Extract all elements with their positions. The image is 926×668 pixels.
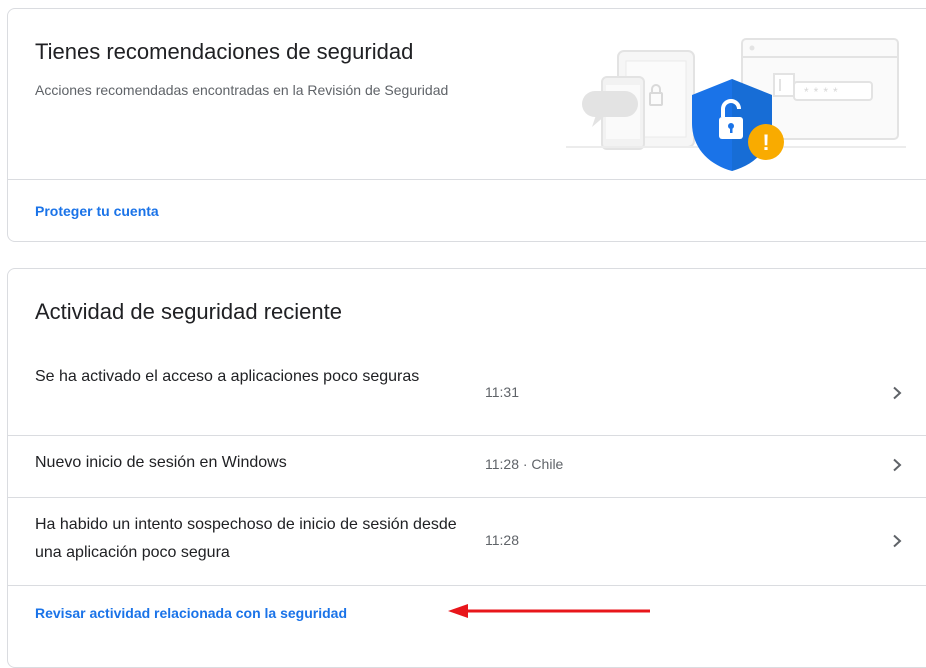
protect-account-link[interactable]: Proteger tu cuenta [35, 203, 159, 219]
activity-row[interactable]: Ha habido un intento sospechoso de inici… [8, 497, 926, 585]
activity-description: Ha habido un intento sospechoso de inici… [35, 516, 457, 561]
activity-title: Actividad de seguridad reciente [35, 299, 342, 324]
chevron-right-icon[interactable] [890, 534, 904, 548]
activity-row[interactable]: Se ha activado el acceso a aplicaciones … [8, 353, 926, 435]
card-divider [8, 585, 926, 586]
activity-time: 11:28 [485, 532, 519, 548]
red-arrow-annotation [448, 604, 650, 618]
activity-description: Se ha activado el acceso a aplicaciones … [35, 368, 420, 385]
activity-row[interactable]: Nuevo inicio de sesión en Windows 11:28 … [8, 435, 926, 497]
activity-description: Nuevo inicio de sesión en Windows [35, 454, 287, 471]
chevron-right-icon[interactable] [890, 386, 904, 400]
chevron-right-icon[interactable] [890, 458, 904, 472]
card-divider [8, 179, 926, 180]
review-security-activity-link[interactable]: Revisar actividad relacionada con la seg… [35, 605, 347, 621]
svg-text:!: ! [762, 130, 769, 155]
warning-badge-icon: ! [748, 124, 784, 160]
security-recommendations-card: Tienes recomendaciones de seguridad Acci… [7, 8, 926, 242]
activity-time: 11:28 · Chile [485, 456, 564, 472]
recommendations-subtitle: Acciones recomendadas encontradas en la … [35, 82, 449, 98]
svg-text:****: **** [804, 85, 843, 99]
recommendations-title: Tienes recomendaciones de seguridad [35, 39, 414, 64]
activity-time: 11:31 [485, 384, 519, 400]
security-illustration: **** ! [566, 38, 906, 171]
